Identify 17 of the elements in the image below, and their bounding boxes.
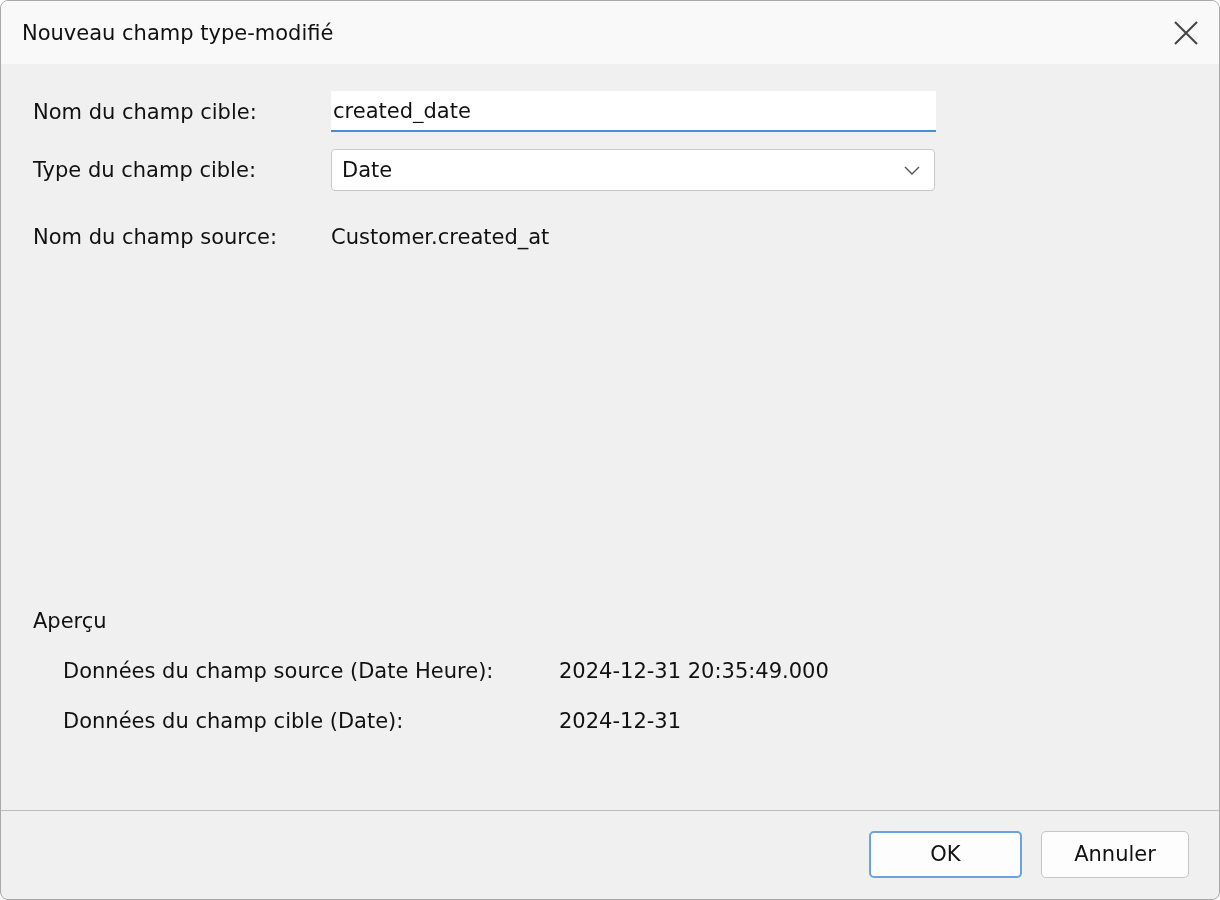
preview-label: Données du champ source (Date Heure): <box>63 659 495 683</box>
field-label: Type du champ cible: <box>33 158 257 182</box>
preview-value: 2024-12-31 <box>559 709 682 733</box>
window-title: Nouveau champ type-modifié <box>22 20 334 45</box>
field-label: Nom du champ cible: <box>33 99 258 124</box>
preview-value: 2024-12-31 20:35:49.000 <box>559 659 829 683</box>
cancel-button[interactable]: Annuler <box>1041 830 1189 878</box>
type-dropdown[interactable]: Date <box>331 149 935 191</box>
close-button[interactable] <box>1173 19 1199 46</box>
ok-button[interactable]: OK <box>869 830 1022 878</box>
field-value: Customer.created_at <box>331 225 550 249</box>
text-input-field[interactable]: created_date <box>331 91 936 132</box>
preview-heading: Aperçu <box>33 608 108 635</box>
close-icon <box>1174 20 1198 45</box>
field-label: Nom du champ source: <box>33 225 278 249</box>
chevron-down-icon <box>904 165 920 175</box>
preview-label: Données du champ cible (Date): <box>63 709 405 733</box>
